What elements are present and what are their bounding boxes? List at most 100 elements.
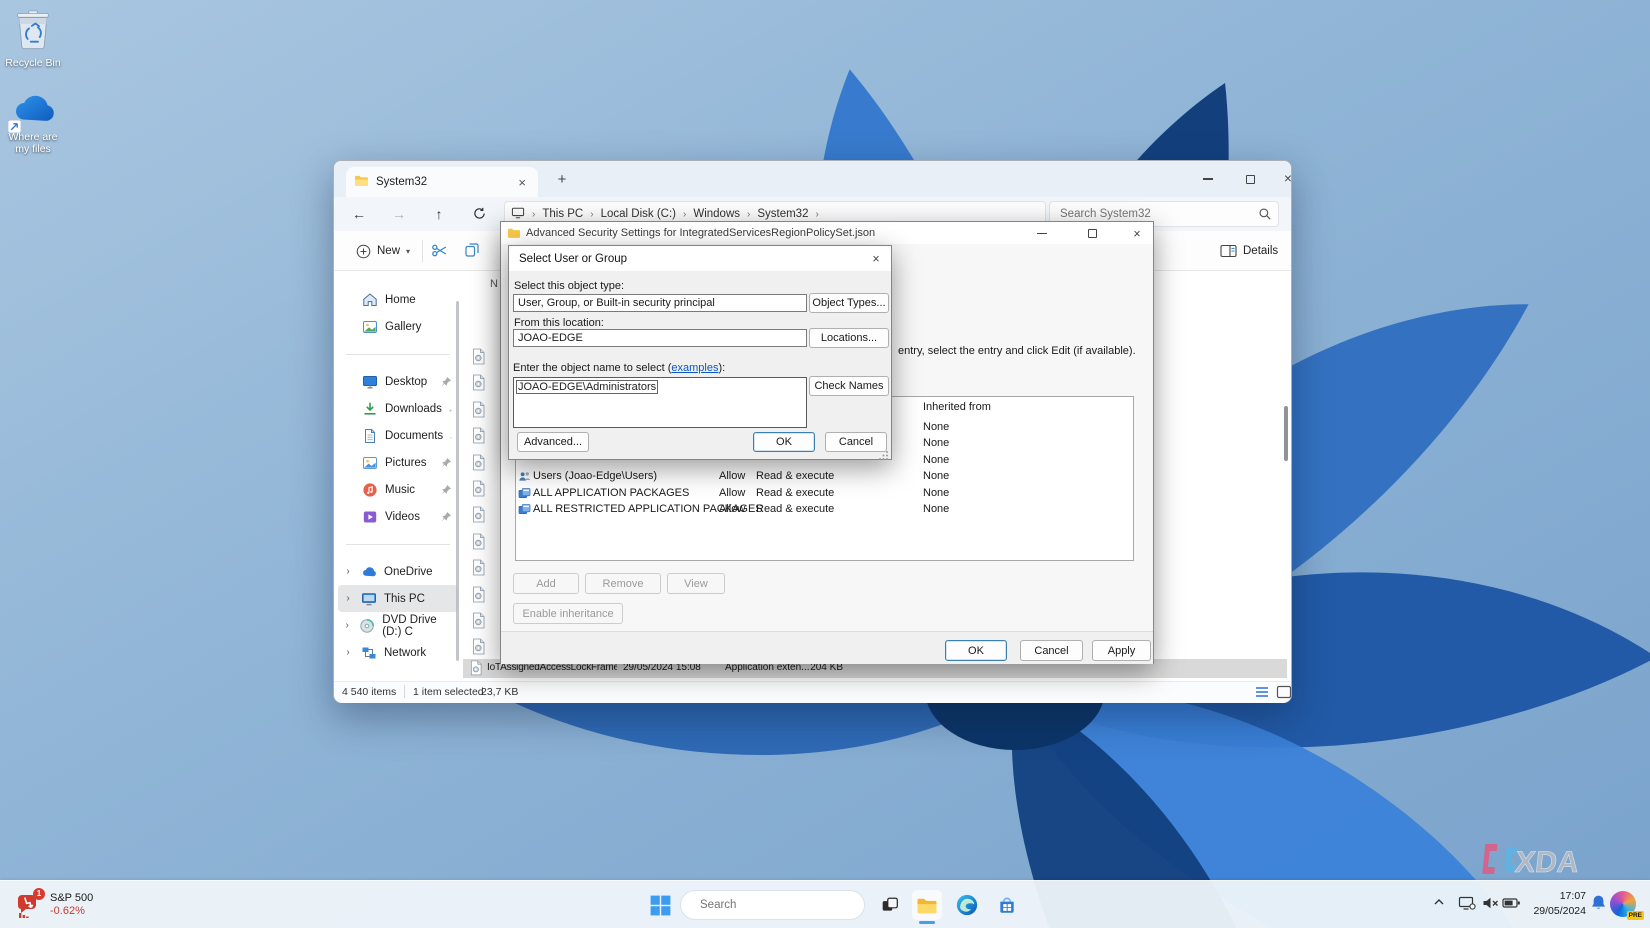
tab-system32[interactable]: System32 × [346,167,538,197]
sidebar-item-desktop[interactable]: Desktop [338,368,458,395]
file-icon[interactable] [471,401,486,418]
notification-bell-icon[interactable] [1590,894,1610,912]
breadcrumb-chevron-icon[interactable]: › [527,209,540,220]
sidebar-item-downloads[interactable]: Downloads [338,395,458,422]
file-icon[interactable] [471,612,486,629]
sidebar-item-dvd-drive-d-c[interactable]: › DVD Drive (D:) C [338,612,458,639]
breadcrumb-item[interactable]: This PC [540,208,585,220]
enable-inheritance-button[interactable]: Enable inheritance [513,603,623,624]
file-icon[interactable] [471,454,486,471]
breadcrumb-item[interactable]: Local Disk (C:) [599,208,678,220]
breadcrumb-chevron-icon[interactable]: › [810,209,823,220]
locations-button[interactable]: Locations... [809,328,889,348]
copy-icon[interactable] [464,242,482,260]
up-button[interactable]: ↑ [426,202,452,226]
tray-clock[interactable]: 17:07 29/05/2024 [1524,889,1586,919]
breadcrumb-chevron-icon[interactable]: › [742,209,755,220]
close-icon[interactable]: × [865,250,887,268]
taskbar-search[interactable] [680,890,865,920]
object-type-field[interactable]: User, Group, or Built-in security princi… [513,294,807,312]
new-button[interactable]: New ▾ [348,238,418,264]
taskbar-search-input[interactable] [698,898,856,912]
resize-grip[interactable] [879,447,889,460]
details-view-toggle[interactable] [1254,685,1272,700]
file-icon[interactable] [471,586,486,603]
advanced-button[interactable]: Advanced... [517,432,589,452]
file-icon[interactable] [471,506,486,523]
file-list-scrollbar[interactable] [1284,406,1288,461]
file-icon[interactable] [471,427,486,444]
cancel-button[interactable]: Cancel [1020,640,1083,661]
desktop-icon-recycle-bin[interactable]: Recycle Bin [0,8,66,69]
start-button[interactable] [645,890,675,920]
remove-button[interactable]: Remove [585,573,661,594]
sidebar-item-pictures[interactable]: Pictures [338,449,458,476]
tray-cast-display-icon[interactable] [1458,895,1478,913]
sidebar-item-this-pc[interactable]: › This PC [338,585,458,612]
forward-button[interactable]: → [386,202,412,226]
object-name-input[interactable]: JOAO-EDGE\Administrators [513,377,807,428]
name-column-header-fragment[interactable]: N [490,278,498,290]
cancel-button[interactable]: Cancel [825,432,887,452]
location-computer-icon[interactable] [511,207,525,222]
dialog-title-bar[interactable]: Advanced Security Settings for Integrate… [501,222,1153,244]
desktop-icon-where-are-my-files[interactable]: Where are my files [0,92,66,155]
sidebar-scrollbar[interactable] [456,301,459,661]
details-pane-button[interactable]: Details [1214,238,1284,264]
file-icon[interactable] [471,533,486,550]
apply-button[interactable]: Apply [1092,640,1151,661]
permission-entry-row[interactable]: ALL RESTRICTED APPLICATION PACKAGES Allow… [516,502,1133,518]
maximize-button[interactable] [1081,225,1103,243]
file-icon[interactable] [471,480,486,497]
file-icon[interactable] [471,559,486,576]
ok-button[interactable]: OK [753,432,815,452]
thumbnail-view-toggle[interactable] [1276,685,1294,700]
new-tab-button[interactable]: + [550,171,574,188]
taskbar-store-button[interactable] [992,890,1022,920]
tray-chevron-up-icon[interactable] [1432,895,1452,913]
chevron-right-icon[interactable]: › [342,620,352,631]
search-icon[interactable] [1258,207,1272,226]
cut-icon[interactable] [431,242,449,260]
tray-battery-icon[interactable] [1502,895,1522,913]
view-button[interactable]: View [667,573,725,594]
chevron-right-icon[interactable]: › [342,566,354,577]
ok-button[interactable]: OK [945,640,1007,661]
widgets-button[interactable]: 1 S&P 500 -0.62% [6,885,156,925]
close-button[interactable]: × [1271,167,1305,191]
dialog-title-bar[interactable]: Select User or Group [509,246,891,271]
sidebar-item-videos[interactable]: Videos [338,503,458,530]
breadcrumb-item[interactable]: Windows [691,208,742,220]
sidebar-item-documents[interactable]: Documents [338,422,458,449]
breadcrumb-item[interactable]: System32 [755,208,810,220]
taskbar-file-explorer-button[interactable] [912,890,942,924]
copilot-button[interactable]: PRE [1610,891,1644,920]
inherited-from-column-header[interactable]: Inherited from [923,401,991,413]
chevron-right-icon[interactable]: › [342,647,354,658]
maximize-button[interactable] [1233,167,1267,191]
close-icon[interactable]: × [1126,225,1148,243]
minimize-button[interactable] [1031,225,1053,243]
sidebar-item-network[interactable]: › Network [338,639,458,666]
examples-link[interactable]: examples [671,362,718,374]
chevron-right-icon[interactable]: › [342,593,354,604]
breadcrumb-chevron-icon[interactable]: › [678,209,691,220]
breadcrumb-chevron-icon[interactable]: › [585,209,598,220]
sidebar-item-onedrive[interactable]: › OneDrive [338,558,458,585]
file-icon[interactable] [471,348,486,365]
taskbar-edge-button[interactable] [952,890,982,920]
object-types-button[interactable]: Object Types... [809,293,889,313]
check-names-button[interactable]: Check Names [809,376,889,396]
back-button[interactable]: ← [346,202,372,226]
file-icon[interactable] [471,374,486,391]
refresh-button[interactable] [466,202,492,226]
task-view-button[interactable] [875,890,905,920]
permission-entry-row[interactable]: ALL APPLICATION PACKAGES Allow Read & exec… [516,486,1133,502]
sidebar-item-home[interactable]: Home [338,286,458,313]
sidebar-item-music[interactable]: Music [338,476,458,503]
minimize-button[interactable] [1191,167,1225,191]
sidebar-item-gallery[interactable]: Gallery [338,313,458,340]
permission-entry-row[interactable]: Users (Joao-Edge\Users) Allow Read & execu… [516,469,1133,485]
add-button[interactable]: Add [513,573,579,594]
file-icon[interactable] [471,638,486,655]
